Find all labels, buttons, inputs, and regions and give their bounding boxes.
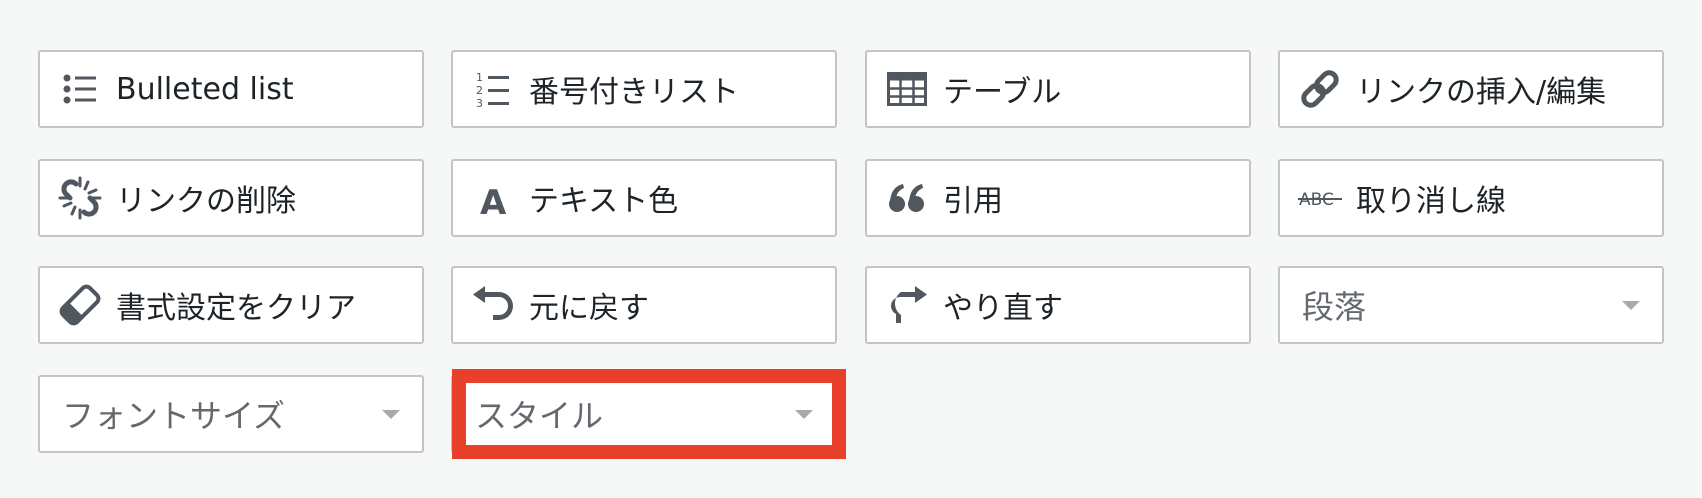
font-size-select[interactable]: フォントサイズ (38, 375, 424, 453)
chevron-down-icon (795, 410, 813, 419)
strikethrough-icon: ABC (1298, 176, 1342, 220)
link-icon (1298, 67, 1342, 111)
strikethrough-button[interactable]: ABC 取り消し線 (1278, 159, 1664, 237)
redo-icon (885, 283, 929, 327)
styles-select-value: スタイル (475, 397, 604, 435)
eraser-icon (58, 283, 102, 327)
numbered-list-digit: 1 (476, 71, 483, 84)
strikethrough-label: 取り消し線 (1356, 184, 1506, 219)
numbered-list-label: 番号付きリスト (529, 75, 739, 110)
numbered-list-digit: 2 (476, 84, 483, 97)
insert-link-button[interactable]: リンクの挿入/編集 (1278, 50, 1664, 128)
font-size-select-value: フォントサイズ (62, 397, 286, 435)
text-color-button[interactable]: A テキスト色 (451, 159, 837, 237)
clear-formatting-button[interactable]: 書式設定をクリア (38, 266, 424, 344)
table-button[interactable]: テーブル (865, 50, 1251, 128)
editor-toolbar: Bulleted list 1 2 3 番号付きリスト テーブル リンクの挿入/… (0, 0, 1702, 498)
numbered-list-button[interactable]: 1 2 3 番号付きリスト (451, 50, 837, 128)
clear-formatting-label: 書式設定をクリア (116, 291, 356, 326)
text-color-icon: A (471, 176, 515, 220)
remove-link-button[interactable]: リンクの削除 (38, 159, 424, 237)
bulleted-list-label: Bulleted list (116, 71, 294, 107)
redo-label: やり直す (943, 291, 1063, 326)
format-select[interactable]: 段落 (1278, 266, 1664, 344)
undo-label: 元に戻す (529, 291, 649, 326)
table-icon (885, 67, 929, 111)
remove-link-label: リンクの削除 (116, 184, 296, 219)
bulleted-list-button[interactable]: Bulleted list (38, 50, 424, 128)
unlink-icon (58, 176, 102, 220)
chevron-down-icon (1622, 301, 1640, 310)
numbered-list-digit: 3 (476, 97, 483, 108)
numbered-list-icon: 1 2 3 (471, 67, 515, 111)
undo-icon (471, 283, 515, 327)
insert-link-label: リンクの挿入/編集 (1356, 75, 1607, 110)
redo-button[interactable]: やり直す (865, 266, 1251, 344)
text-color-label: テキスト色 (529, 184, 679, 219)
text-color-glyph: A (480, 183, 507, 218)
bulleted-list-icon (58, 67, 102, 111)
format-select-value: 段落 (1302, 288, 1367, 326)
blockquote-button[interactable]: 引用 (865, 159, 1251, 237)
quote-icon (885, 176, 929, 220)
blockquote-label: 引用 (943, 184, 1003, 219)
table-label: テーブル (943, 75, 1062, 110)
chevron-down-icon (382, 410, 400, 419)
styles-select[interactable]: スタイル (451, 375, 837, 453)
undo-button[interactable]: 元に戻す (451, 266, 837, 344)
